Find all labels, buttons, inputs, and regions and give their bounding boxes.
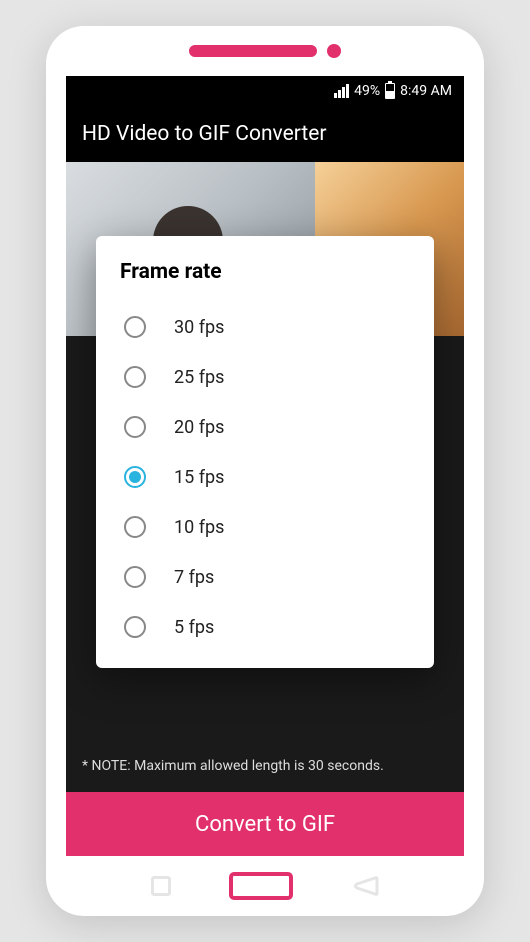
app-header: HD Video to GIF Converter <box>66 106 464 162</box>
radio-option[interactable]: 7 fps <box>120 552 410 602</box>
radio-label: 30 fps <box>174 317 224 338</box>
frame-rate-dialog: Frame rate 30 fps 25 fps 20 fps 15 fps 10 fp… <box>96 236 434 668</box>
app-title: HD Video to GIF Converter <box>82 122 326 146</box>
convert-button[interactable]: Convert to GIF <box>66 792 464 856</box>
battery-icon <box>385 83 395 99</box>
back-icon <box>351 876 379 896</box>
radio-label: 25 fps <box>174 367 224 388</box>
radio-icon <box>124 516 146 538</box>
phone-camera <box>327 44 341 58</box>
radio-icon <box>124 316 146 338</box>
radio-icon <box>124 566 146 588</box>
phone-nav-bar <box>46 856 484 916</box>
status-time: 8:49 AM <box>400 83 452 99</box>
radio-label: 7 fps <box>174 567 214 588</box>
battery-percentage: 49% <box>354 83 380 99</box>
screen: 49% 8:49 AM HD Video to GIF Converter * … <box>66 76 464 856</box>
radio-option[interactable]: 25 fps <box>120 352 410 402</box>
nav-back-button[interactable] <box>351 876 379 896</box>
dialog-title: Frame rate <box>120 260 410 284</box>
radio-option[interactable]: 5 fps <box>120 602 410 652</box>
radio-label: 15 fps <box>174 467 224 488</box>
radio-label: 10 fps <box>174 517 224 538</box>
note-text: * NOTE: Maximum allowed length is 30 sec… <box>82 758 448 774</box>
radio-list: 30 fps 25 fps 20 fps 15 fps 10 fps 7 fps 5 fps <box>120 302 410 652</box>
radio-option[interactable]: 20 fps <box>120 402 410 452</box>
nav-home-button[interactable] <box>229 872 293 900</box>
signal-icon <box>334 84 349 98</box>
radio-option[interactable]: 10 fps <box>120 502 410 552</box>
radio-icon <box>124 466 146 488</box>
status-bar: 49% 8:49 AM <box>66 76 464 106</box>
nav-recent-button[interactable] <box>151 876 171 896</box>
radio-label: 5 fps <box>174 617 214 638</box>
phone-top <box>46 26 484 76</box>
home-icon <box>229 872 293 900</box>
radio-label: 20 fps <box>174 417 224 438</box>
phone-speaker <box>189 45 317 57</box>
radio-option[interactable]: 30 fps <box>120 302 410 352</box>
radio-icon <box>124 416 146 438</box>
phone-frame: 49% 8:49 AM HD Video to GIF Converter * … <box>46 26 484 916</box>
radio-option[interactable]: 15 fps <box>120 452 410 502</box>
radio-icon <box>124 616 146 638</box>
recent-icon <box>151 876 171 896</box>
radio-icon <box>124 366 146 388</box>
